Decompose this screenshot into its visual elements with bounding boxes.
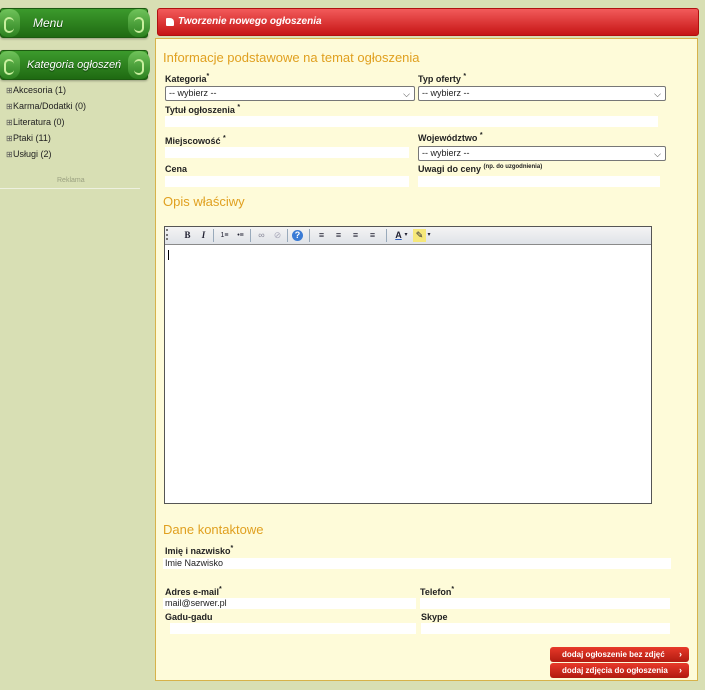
gg-label: Gadu-gadu	[165, 612, 213, 622]
sidebar-divider	[0, 188, 140, 189]
add-without-photos-button[interactable]: dodaj ogłoszenie bez zdjęć ›	[550, 647, 689, 662]
expand-plus-icon[interactable]: ⊞	[6, 150, 13, 159]
page-title: Tworzenie nowego ogłoszenia	[178, 16, 322, 27]
name-input[interactable]: Imie Nazwisko	[163, 558, 671, 569]
email-label: Adres e-mail*	[165, 586, 222, 597]
skype-label: Skype	[421, 612, 448, 622]
price-label: Cena	[165, 164, 188, 174]
toolbar-separator	[250, 229, 251, 242]
sidebar-item-label: Ptaki (11)	[13, 133, 51, 143]
chevron-right-icon: ›	[679, 665, 682, 675]
sidebar-item-literatura[interactable]: ⊞Literatura (0)	[6, 117, 65, 127]
sidebar-item-label: Karma/Dodatki (0)	[13, 101, 87, 111]
offer-type-select-value: -- wybierz --	[422, 88, 470, 98]
expand-plus-icon[interactable]: ⊞	[6, 134, 13, 143]
bold-icon[interactable]: B	[181, 229, 194, 242]
italic-icon[interactable]: I	[197, 229, 210, 242]
expand-plus-icon[interactable]: ⊞	[6, 118, 13, 127]
toolbar-separator	[386, 229, 387, 242]
highlight-icon[interactable]: ✎	[413, 229, 426, 242]
scroll-ornament-right-icon	[128, 51, 150, 79]
document-icon	[166, 18, 174, 26]
section-title-contact: Dane kontaktowe	[163, 522, 264, 537]
phone-label: Telefon*	[420, 586, 455, 597]
title-input[interactable]	[165, 116, 658, 127]
sidebar-item-akcesoria[interactable]: ⊞Akcesoria (1)	[6, 85, 66, 95]
chevron-down-icon[interactable]: ▾	[403, 229, 409, 242]
align-left-icon[interactable]: ≡	[315, 229, 328, 242]
section-title-basic: Informacje podstawowe na temat ogłoszeni…	[163, 50, 420, 65]
bulleted-list-icon[interactable]: •≡	[234, 229, 247, 242]
unlink-icon[interactable]: ⊘	[271, 229, 284, 242]
name-label: Imię i nazwisko*	[165, 545, 234, 556]
scroll-ornament-left-icon	[0, 51, 20, 79]
sidebar-item-label: Akcesoria (1)	[13, 85, 67, 95]
skype-input[interactable]	[421, 623, 670, 634]
add-photos-button[interactable]: dodaj zdjęcia do ogłoszenia ›	[550, 663, 689, 678]
chevron-right-icon: ›	[679, 649, 682, 659]
category-select-value: -- wybierz --	[169, 88, 217, 98]
button-label: dodaj zdjęcia do ogłoszenia	[562, 666, 668, 675]
category-header: Kategoria ogłoszeń	[0, 50, 150, 80]
price-notes-label: Uwagi do ceny (np. do uzgodnienia)	[418, 164, 543, 174]
scroll-ornament-right-icon	[128, 9, 150, 37]
province-select[interactable]: -- wybierz -- ⌵	[418, 146, 666, 161]
toolbar-separator	[309, 229, 310, 242]
sidebar-item-label: Literatura (0)	[13, 117, 65, 127]
offer-type-label: Typ oferty *	[418, 73, 467, 84]
justify-icon[interactable]: ≡	[366, 229, 379, 242]
scroll-ornament-left-icon	[0, 9, 20, 37]
align-center-icon[interactable]: ≡	[332, 229, 345, 242]
gg-input[interactable]	[170, 623, 416, 634]
link-icon[interactable]: ∞	[255, 229, 268, 242]
chevron-down-icon: ⌵	[654, 89, 661, 99]
city-label: Miejscowość *	[165, 135, 226, 146]
rich-text-editor[interactable]: B I 1≡ •≡ ∞ ⊘ ? ≡ ≡ ≡ ≡ A ▾ ✎ ▾	[164, 226, 652, 504]
menu-bar[interactable]: Menu	[0, 8, 150, 38]
align-right-icon[interactable]: ≡	[349, 229, 362, 242]
expand-plus-icon[interactable]: ⊞	[6, 86, 13, 95]
phone-input[interactable]	[420, 598, 670, 609]
sidebar-item-uslugi[interactable]: ⊞Usługi (2)	[6, 149, 52, 159]
button-label: dodaj ogłoszenie bez zdjęć	[562, 650, 665, 659]
chevron-down-icon[interactable]: ▾	[426, 229, 432, 242]
editor-toolbar: B I 1≡ •≡ ∞ ⊘ ? ≡ ≡ ≡ ≡ A ▾ ✎ ▾	[165, 227, 651, 245]
city-input[interactable]	[165, 147, 409, 158]
toolbar-separator	[213, 229, 214, 242]
price-input[interactable]	[165, 176, 409, 187]
price-notes-input[interactable]	[418, 176, 660, 187]
chevron-down-icon: ⌵	[654, 149, 661, 159]
text-cursor	[168, 250, 169, 260]
category-header-label: Kategoria ogłoszeń	[27, 59, 122, 71]
expand-plus-icon[interactable]: ⊞	[6, 102, 13, 111]
section-title-description: Opis właściwy	[163, 194, 245, 209]
category-select[interactable]: -- wybierz -- ⌵	[165, 86, 415, 101]
sidebar-item-ptaki[interactable]: ⊞Ptaki (11)	[6, 133, 51, 143]
province-label: Województwo *	[418, 132, 483, 143]
email-input[interactable]: mail@serwer.pl	[163, 598, 416, 609]
toolbar-separator	[287, 229, 288, 242]
sidebar-item-label: Usługi (2)	[13, 149, 52, 159]
chevron-down-icon: ⌵	[403, 89, 410, 99]
title-label: Tytuł ogłoszenia *	[165, 104, 241, 115]
help-icon[interactable]: ?	[292, 230, 303, 241]
category-label: Kategoria*	[165, 73, 210, 84]
menu-label: Menu	[33, 16, 64, 30]
numbered-list-icon[interactable]: 1≡	[218, 229, 231, 242]
offer-type-select[interactable]: -- wybierz -- ⌵	[418, 86, 666, 101]
ad-label: Reklama	[57, 177, 85, 184]
page-header: Tworzenie nowego ogłoszenia	[157, 8, 699, 36]
province-select-value: -- wybierz --	[422, 148, 470, 158]
sidebar-item-karma[interactable]: ⊞Karma/Dodatki (0)	[6, 101, 86, 111]
toolbar-grip-icon[interactable]	[166, 229, 174, 240]
